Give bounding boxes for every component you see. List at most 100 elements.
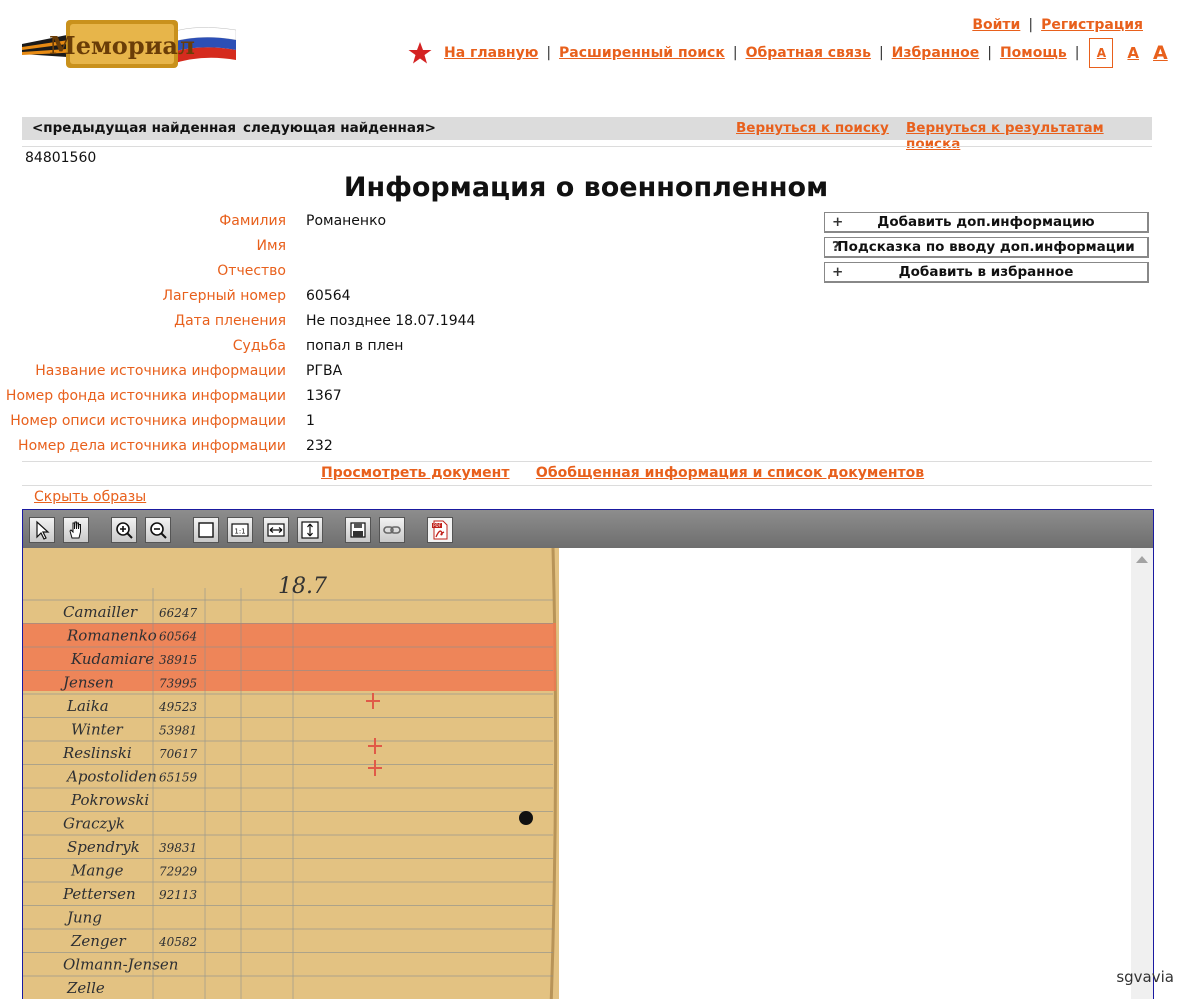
- view-document-link[interactable]: Просмотреть документ: [321, 465, 509, 481]
- handwritten-number: 70617: [159, 747, 198, 761]
- handwritten-number: 53981: [159, 724, 197, 738]
- hide-images-link[interactable]: Скрыть образы: [34, 489, 146, 505]
- record-id: 84801560: [25, 150, 97, 166]
- divider: [22, 461, 1152, 462]
- back-to-results-link[interactable]: Вернуться к результатам поиска: [906, 120, 1152, 152]
- font-size-large[interactable]: A: [1153, 42, 1168, 64]
- document-scan[interactable]: 18.7 Camailler 66247Romanenko 60564 Kudamia…: [23, 548, 559, 999]
- font-size-medium[interactable]: A: [1127, 44, 1139, 62]
- field-row: Номер фонда источника информации 1367: [0, 388, 800, 410]
- handwritten-name: Zenger: [70, 932, 126, 950]
- scroll-up-arrow[interactable]: [1136, 556, 1148, 563]
- handwritten-number: 66247: [159, 606, 198, 620]
- field-row: Номер описи источника информации 1: [0, 413, 800, 435]
- watermark: sgvavia: [1116, 968, 1174, 986]
- handwritten-number: 38915: [159, 653, 197, 667]
- auth-links: Войти | Регистрация: [972, 17, 1143, 33]
- handwritten-name: Apostoliden: [65, 768, 157, 786]
- field-row: Название источника информации РГВА: [0, 363, 800, 385]
- svg-text:PDF: PDF: [433, 523, 441, 528]
- main-nav: На главную | Расширенный поиск | Обратная …: [408, 36, 1168, 70]
- register-link[interactable]: Регистрация: [1041, 17, 1143, 33]
- input-hint-button[interactable]: ? Подсказка по вводу доп.информации: [824, 237, 1149, 258]
- field-value: Романенко: [306, 213, 387, 229]
- summary-link[interactable]: Обобщенная информация и список документо…: [536, 465, 924, 481]
- document-links: Просмотреть документ Обобщенная информац…: [321, 465, 924, 481]
- handwritten-number: 60564: [159, 630, 197, 644]
- field-value: 1367: [306, 388, 342, 404]
- memorial-logo[interactable]: Мемориал: [22, 14, 236, 76]
- field-label: Номер дела источника информации: [18, 438, 286, 454]
- handwritten-name: Winter: [71, 721, 124, 739]
- handwritten-number: 65159: [159, 771, 198, 785]
- field-label: Номер фонда источника информации: [5, 388, 286, 404]
- fit-height-icon[interactable]: [297, 517, 323, 543]
- handwritten-name: Graczyk: [63, 815, 125, 833]
- fit-width-icon[interactable]: [263, 517, 289, 543]
- pdf-icon[interactable]: PDF: [427, 517, 453, 543]
- field-value: 232: [306, 438, 333, 454]
- result-nav-bar: <предыдущая найденная следующая найденна…: [22, 117, 1152, 152]
- field-row: Имя: [0, 238, 800, 260]
- actual-size-icon[interactable]: 1:1: [227, 517, 253, 543]
- font-size-small[interactable]: A: [1089, 38, 1114, 68]
- pointer-icon[interactable]: [29, 517, 55, 543]
- next-result-link[interactable]: следующая найденная>: [243, 120, 436, 136]
- handwritten-name: Laika: [66, 697, 109, 715]
- nav-home[interactable]: На главную: [444, 45, 538, 61]
- document-viewer[interactable]: 1:1 PDF 18.7 Camailler 66247 Romanenko 6056…: [22, 509, 1154, 999]
- punch-hole: [519, 811, 533, 825]
- field-label: Лагерный номер: [162, 288, 287, 304]
- handwritten-number: 72929: [159, 865, 198, 879]
- zoom-in-icon[interactable]: [111, 517, 137, 543]
- field-label: Отчество: [217, 263, 286, 279]
- viewer-scrollbar[interactable]: [1131, 548, 1153, 999]
- handwritten-name: Pettersen: [62, 885, 136, 903]
- viewer-toolbar: 1:1 PDF: [23, 510, 1153, 548]
- field-row: Лагерный номер 60564: [0, 288, 800, 310]
- nav-advanced-search[interactable]: Расширенный поиск: [559, 45, 725, 61]
- prev-result-link[interactable]: <предыдущая найденная: [32, 120, 236, 136]
- page-title: Информация о военнопленном: [343, 172, 829, 203]
- nav-help[interactable]: Помощь: [1000, 45, 1067, 61]
- handwritten-number: 39831: [159, 841, 197, 855]
- svg-text:Мемориал: Мемориал: [49, 31, 195, 60]
- divider: [22, 485, 1152, 486]
- link-icon[interactable]: [379, 517, 405, 543]
- add-info-button[interactable]: + Добавить доп.информацию: [824, 212, 1149, 233]
- add-favorite-button[interactable]: + Добавить в избранное: [824, 262, 1149, 283]
- handwritten-name: Olmann-Jensen: [63, 956, 178, 974]
- handwritten-name: Reslinski: [62, 744, 132, 762]
- zoom-out-icon[interactable]: [145, 517, 171, 543]
- handwritten-name: Zelle: [66, 979, 105, 997]
- field-row: Судьба попал в плен: [0, 338, 800, 360]
- handwritten-name: Jensen: [60, 674, 114, 692]
- fit-page-icon[interactable]: [193, 517, 219, 543]
- hand-icon[interactable]: [63, 517, 89, 543]
- star-icon: [408, 42, 432, 64]
- field-label: Фамилия: [219, 213, 286, 229]
- login-link[interactable]: Войти: [972, 17, 1020, 33]
- handwritten-name: Camailler: [63, 603, 138, 621]
- field-row: Номер дела источника информации 232: [0, 438, 800, 460]
- field-row: Отчество: [0, 263, 800, 285]
- field-label: Номер описи источника информации: [10, 413, 286, 429]
- input-hint-label: Подсказка по вводу доп.информации: [837, 239, 1135, 255]
- field-label: Имя: [256, 238, 286, 254]
- field-value: 60564: [306, 288, 351, 304]
- divider: [22, 146, 1152, 147]
- nav-favorites[interactable]: Избранное: [892, 45, 980, 61]
- save-icon[interactable]: [345, 517, 371, 543]
- handwritten-number: 92113: [159, 888, 198, 902]
- document-date: 18.7: [278, 574, 327, 599]
- field-value: попал в плен: [306, 338, 404, 354]
- handwritten-number: 49523: [158, 700, 198, 714]
- handwritten-name: Jung: [64, 909, 102, 927]
- handwritten-name: Pokrowski: [70, 791, 149, 809]
- field-label: Судьба: [232, 338, 286, 354]
- svg-text:1:1: 1:1: [234, 528, 245, 536]
- back-to-search-link[interactable]: Вернуться к поиску: [736, 120, 889, 136]
- nav-feedback[interactable]: Обратная связь: [746, 45, 871, 61]
- field-value: 1: [306, 413, 315, 429]
- add-info-label: Добавить доп.информацию: [877, 214, 1095, 230]
